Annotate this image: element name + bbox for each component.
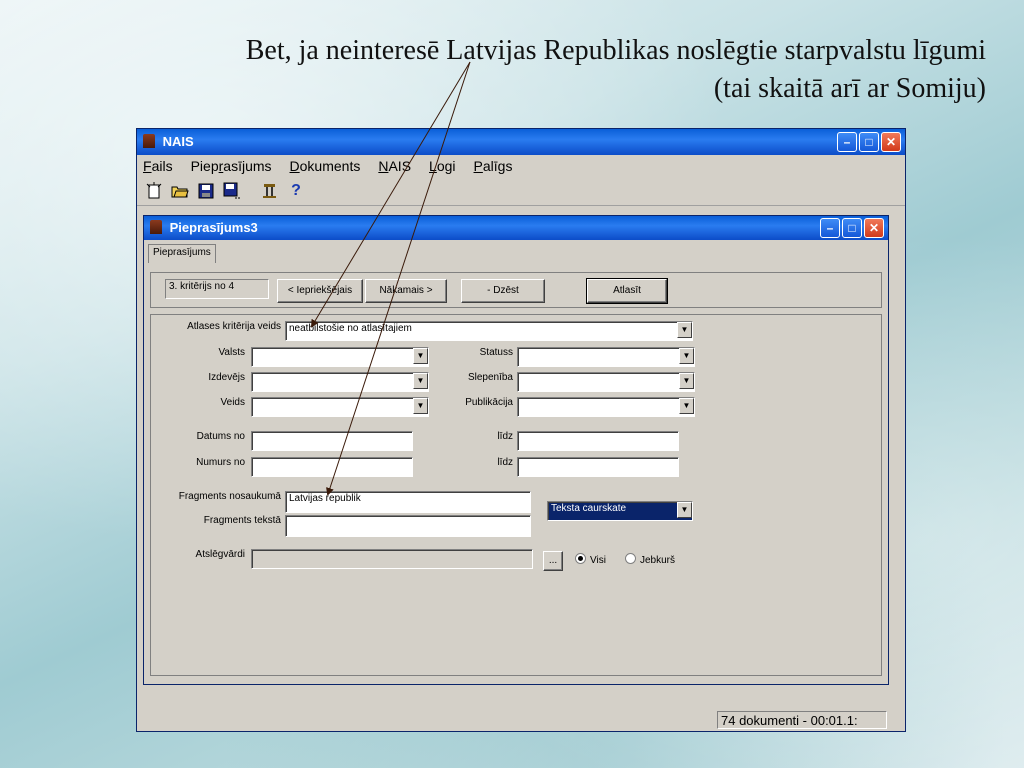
label-fragment-title: Fragments nosaukumā (178, 491, 281, 502)
label-number-from: Numurs no (196, 457, 245, 468)
menu-windows[interactable]: Logi (429, 158, 455, 174)
number-from-field[interactable] (251, 457, 413, 477)
radio-all[interactable]: Visi (575, 553, 606, 566)
main-window: NAIS – □ ✕ Fails Pieprasījums Dokuments … (136, 128, 906, 732)
open-folder-icon[interactable] (169, 180, 191, 202)
status-text: 74 dokumenti - 00:01.1: (717, 711, 887, 729)
text-view-value: Teksta caurskate (547, 501, 693, 521)
chevron-down-icon[interactable]: ▼ (679, 398, 694, 414)
chevron-down-icon[interactable]: ▼ (677, 502, 692, 518)
tab-request[interactable]: Pieprasījums (148, 244, 216, 263)
radio-any-label: Jebkurš (640, 555, 676, 566)
child-minimize-button[interactable]: – (820, 218, 840, 238)
delete-button[interactable]: - Dzēst (461, 279, 545, 303)
number-to-field[interactable] (517, 457, 679, 477)
criteria-type-select[interactable]: neatbilstošie no atlasītajiem ▼ (285, 321, 693, 341)
criteria-panel: Atlases kritērija veids neatbilstošie no… (150, 314, 882, 676)
date-to-field[interactable] (517, 431, 679, 451)
child-app-icon (150, 220, 162, 234)
slide-title: Bet, ja neinteresē Latvijas Republikas n… (46, 32, 986, 108)
toolbar: ? (137, 177, 905, 206)
publication-select[interactable]: ▼ (517, 397, 695, 417)
child-maximize-button[interactable]: □ (842, 218, 862, 238)
chevron-down-icon[interactable]: ▼ (679, 348, 694, 364)
label-criteria-type: Atlases kritērija veids (187, 321, 281, 332)
label-keywords: Atslēgvārdi (195, 549, 245, 560)
status-select[interactable]: ▼ (517, 347, 695, 367)
request-window: Pieprasījums3 – □ ✕ Pieprasījums 3. krit… (143, 215, 889, 685)
label-issuer: Izdevējs (208, 372, 245, 383)
chevron-down-icon[interactable]: ▼ (413, 373, 428, 389)
status-bar: 74 dokumenti - 00:01.1: (137, 709, 905, 731)
chevron-down-icon[interactable]: ▼ (413, 398, 428, 414)
app-icon (143, 134, 155, 148)
label-date-from: Datums no (196, 431, 245, 442)
menu-nais[interactable]: NAIS (378, 158, 411, 174)
slide-title-line1: Bet, ja neinteresē Latvijas Republikas n… (245, 35, 986, 66)
help-icon[interactable]: ? (285, 180, 307, 202)
date-from-field[interactable] (251, 431, 413, 451)
save-as-icon[interactable] (221, 180, 243, 202)
select-button[interactable]: Atlasīt (586, 278, 668, 304)
menu-request[interactable]: Pieprasījums (191, 158, 272, 174)
radio-any[interactable]: Jebkurš (625, 553, 675, 566)
child-titlebar[interactable]: Pieprasījums3 – □ ✕ (144, 216, 888, 240)
app-title: NAIS (162, 134, 194, 149)
next-button[interactable]: Nākamais > (365, 279, 447, 303)
chevron-down-icon[interactable]: ▼ (679, 373, 694, 389)
label-kind: Veids (220, 397, 245, 408)
close-button[interactable]: ✕ (881, 132, 901, 152)
issuer-select[interactable]: ▼ (251, 372, 429, 392)
menu-document[interactable]: Dokuments (290, 158, 361, 174)
navigation-panel: 3. kritērijs no 4 < Iepriekšējais Nākama… (150, 272, 882, 308)
save-icon[interactable] (195, 180, 217, 202)
menu-file[interactable]: Fails (143, 158, 173, 174)
country-select[interactable]: ▼ (251, 347, 429, 367)
maximize-button[interactable]: □ (859, 132, 879, 152)
label-date-to: līdz (497, 431, 513, 442)
fragment-title-field[interactable]: Latvijas republik (285, 491, 531, 513)
secrecy-select[interactable]: ▼ (517, 372, 695, 392)
label-secrecy: Slepenība (467, 372, 513, 383)
label-country: Valsts (218, 347, 246, 358)
new-document-icon[interactable] (143, 180, 165, 202)
label-number-to: līdz (497, 457, 513, 468)
chevron-down-icon[interactable]: ▼ (413, 348, 428, 364)
kind-select[interactable]: ▼ (251, 397, 429, 417)
menu-help[interactable]: Palīgs (474, 158, 513, 174)
slide-title-line2: (tai skaitā arī ar Somiju) (713, 73, 986, 104)
menubar: Fails Pieprasījums Dokuments NAIS Logi P… (137, 155, 905, 177)
chevron-down-icon[interactable]: ▼ (677, 322, 692, 338)
child-close-button[interactable]: ✕ (864, 218, 884, 238)
criteria-type-value: neatbilstošie no atlasītajiem (285, 321, 693, 341)
keywords-field[interactable] (251, 549, 533, 569)
pillar-icon[interactable] (259, 180, 281, 202)
fragment-text-field[interactable] (285, 515, 531, 537)
main-titlebar[interactable]: NAIS – □ ✕ (137, 129, 905, 155)
text-view-select[interactable]: Teksta caurskate ▼ (547, 501, 693, 521)
label-fragment-text: Fragments tekstā (203, 515, 281, 526)
criteria-counter: 3. kritērijs no 4 (165, 279, 269, 299)
keywords-browse-button[interactable]: ... (543, 551, 563, 571)
radio-all-label: Visi (590, 555, 606, 566)
label-status: Statuss (479, 347, 513, 358)
minimize-button[interactable]: – (837, 132, 857, 152)
label-publication: Publikācija (465, 397, 513, 408)
previous-button[interactable]: < Iepriekšējais (277, 279, 363, 303)
child-title: Pieprasījums3 (169, 220, 258, 235)
